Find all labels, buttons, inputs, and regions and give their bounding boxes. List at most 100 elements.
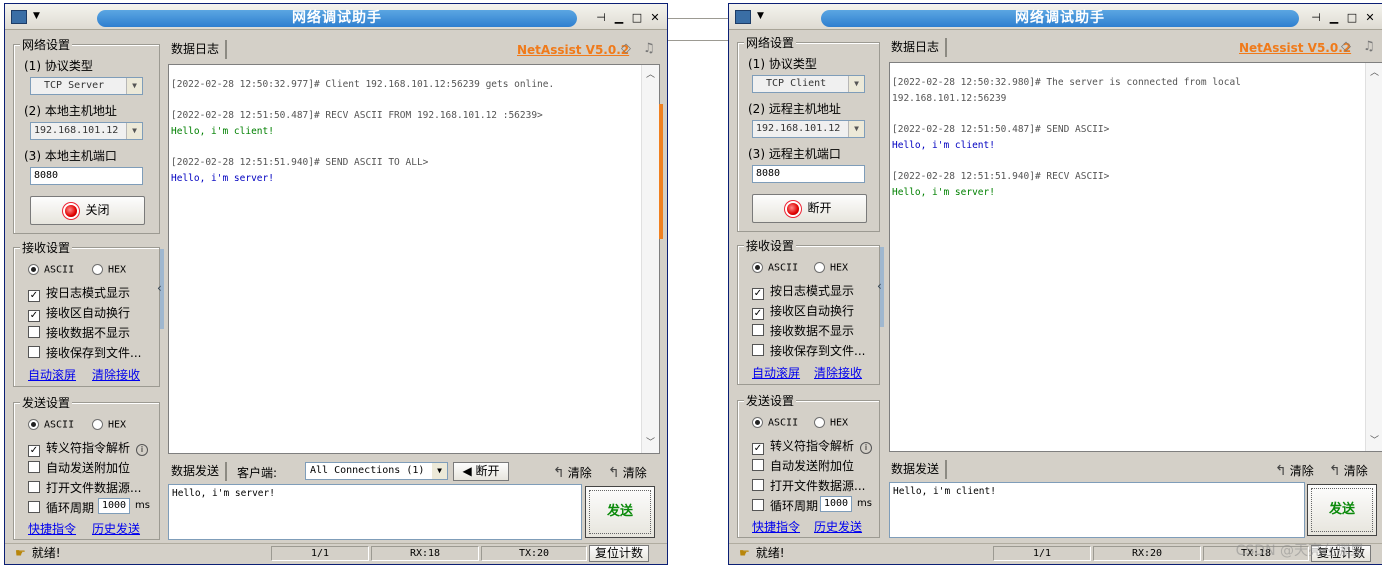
bell-icon[interactable]: ♫ bbox=[1363, 39, 1375, 54]
chevron-down-icon[interactable]: ▼ bbox=[126, 123, 142, 139]
tab-data-log[interactable]: 数据日志 bbox=[889, 38, 948, 57]
recv-ascii-radio[interactable]: ASCII bbox=[28, 264, 74, 276]
pin-icon[interactable]: ⊣ bbox=[1308, 10, 1324, 26]
minimize-icon[interactable]: ▁ bbox=[611, 10, 627, 26]
system-menu[interactable]: ▼ bbox=[735, 8, 797, 25]
title-bar[interactable]: ▼ 网络调试助手 ⊣ ▁ □ ✕ bbox=[729, 4, 1382, 30]
recv-hex-radio[interactable]: HEX bbox=[814, 262, 848, 274]
auto-append-checkbox[interactable]: 自动发送附加位 bbox=[28, 459, 130, 476]
disconnect-button[interactable]: ◀ 断开 bbox=[453, 462, 509, 481]
host-select[interactable]: 192.168.101.12 ▼ bbox=[30, 122, 143, 140]
hide-recv-checkbox[interactable]: 接收数据不显示 bbox=[28, 324, 130, 341]
send-button[interactable]: 发送 bbox=[585, 486, 655, 538]
scroll-down-icon[interactable]: ﹀ bbox=[642, 435, 659, 451]
send-hex-radio[interactable]: HEX bbox=[814, 417, 848, 429]
close-icon[interactable]: ✕ bbox=[647, 10, 663, 26]
send-input[interactable]: Hello, i'm client! bbox=[889, 482, 1305, 538]
check-icon: ✓ bbox=[752, 443, 764, 455]
loop-period-checkbox[interactable]: 循环周期 bbox=[752, 497, 818, 514]
log-panel[interactable]: [2022-02-28 12:50:32.977]# Client 192.16… bbox=[168, 64, 660, 454]
scroll-up-icon[interactable]: ︿ bbox=[1366, 65, 1382, 81]
clear-recv-button[interactable]: ↰ 清除 bbox=[1329, 462, 1368, 479]
title-bar[interactable]: ▼ 网络调试助手 ⊣ ▁ □ ✕ bbox=[5, 4, 667, 30]
escape-parse-checkbox[interactable]: ✓ 转义符指令解析 i bbox=[28, 439, 149, 457]
history-link[interactable]: 历史发送 bbox=[92, 520, 140, 537]
send-input[interactable]: Hello, i'm server! bbox=[168, 484, 582, 540]
hide-recv-checkbox[interactable]: 接收数据不显示 bbox=[752, 322, 854, 339]
send-ascii-radio[interactable]: ASCII bbox=[28, 419, 74, 431]
send-button[interactable]: 发送 bbox=[1307, 484, 1377, 536]
log-entry-header: [2022-02-28 12:51:50.487]# SEND ASCII> bbox=[892, 124, 1110, 135]
tab-data-send[interactable]: 数据发送 bbox=[889, 460, 948, 479]
clear-send-button[interactable]: ↰ 清除 bbox=[1275, 462, 1314, 479]
save-file-checkbox[interactable]: 接收保存到文件... bbox=[752, 342, 865, 359]
chevron-down-icon[interactable]: ▼ bbox=[126, 78, 142, 94]
brand-link[interactable]: NetAssist V5.0.2 bbox=[517, 43, 629, 57]
port-input[interactable]: 8080 bbox=[30, 167, 143, 185]
log-mode-checkbox[interactable]: ✓ 按日志模式显示 bbox=[752, 282, 854, 300]
save-file-checkbox[interactable]: 接收保存到文件... bbox=[28, 344, 141, 361]
chevron-down-icon[interactable]: ▼ bbox=[432, 463, 447, 479]
pin-icon[interactable]: ⊣ bbox=[593, 10, 609, 26]
clear-recv-link[interactable]: 清除接收 bbox=[92, 366, 140, 383]
unchecked-box-icon bbox=[752, 324, 764, 336]
shortcuts-link[interactable]: 快捷指令 bbox=[28, 520, 76, 537]
bell-icon[interactable]: ♫ bbox=[643, 41, 655, 56]
unchecked-box-icon bbox=[752, 479, 764, 491]
auto-scroll-link[interactable]: 自动滚屏 bbox=[752, 364, 800, 381]
auto-wrap-checkbox[interactable]: ✓ 接收区自动换行 bbox=[28, 304, 130, 322]
loop-period-checkbox[interactable]: 循环周期 bbox=[28, 499, 94, 516]
system-menu[interactable]: ▼ bbox=[11, 8, 73, 25]
client-select[interactable]: All Connections (1) ▼ bbox=[305, 462, 448, 480]
log-scrollbar[interactable]: ︿ ﹀ bbox=[1365, 63, 1382, 451]
log-scrollbar[interactable]: ︿ ﹀ bbox=[641, 65, 659, 453]
open-file-checkbox[interactable]: 打开文件数据源... bbox=[28, 479, 141, 496]
close-connection-button[interactable]: 关闭 bbox=[30, 196, 145, 225]
disconnect-connection-button[interactable]: 断开 bbox=[752, 194, 867, 223]
recv-ascii-radio[interactable]: ASCII bbox=[752, 262, 798, 274]
history-link[interactable]: 历史发送 bbox=[814, 518, 862, 535]
open-file-checkbox[interactable]: 打开文件数据源... bbox=[752, 477, 865, 494]
clear-recv-button[interactable]: ↰ 清除 bbox=[608, 464, 647, 481]
maximize-icon[interactable]: □ bbox=[629, 10, 645, 26]
clear-send-button[interactable]: ↰ 清除 bbox=[553, 464, 592, 481]
tab-data-send[interactable]: 数据发送 bbox=[169, 462, 228, 481]
tab-data-log[interactable]: 数据日志 bbox=[169, 40, 228, 59]
netassist-window-client: ▼ 网络调试助手 ⊣ ▁ □ ✕ 网络设置 (1) 协议类型 TCP Clien… bbox=[728, 3, 1382, 565]
auto-append-checkbox[interactable]: 自动发送附加位 bbox=[752, 457, 854, 474]
gem-icon[interactable]: ◇ bbox=[621, 41, 631, 56]
port-input[interactable]: 8080 bbox=[752, 165, 865, 183]
period-input[interactable]: 1000 bbox=[98, 498, 130, 514]
info-icon[interactable]: i bbox=[136, 444, 149, 456]
protocol-select[interactable]: TCP Server ▼ bbox=[30, 77, 143, 95]
period-input[interactable]: 1000 bbox=[820, 496, 852, 512]
chevron-left-icon[interactable]: ‹ bbox=[157, 281, 162, 295]
protocol-select[interactable]: TCP Client ▼ bbox=[752, 75, 865, 93]
host-select[interactable]: 192.168.101.12 ▼ bbox=[752, 120, 865, 138]
log-panel[interactable]: [2022-02-28 12:50:32.980]# The server is… bbox=[889, 62, 1382, 452]
log-mode-checkbox[interactable]: ✓ 按日志模式显示 bbox=[28, 284, 130, 302]
escape-parse-checkbox[interactable]: ✓ 转义符指令解析 i bbox=[752, 437, 873, 455]
send-ascii-radio[interactable]: ASCII bbox=[752, 417, 798, 429]
close-icon[interactable]: ✕ bbox=[1362, 10, 1378, 26]
broom-icon: ↰ bbox=[1329, 463, 1341, 479]
auto-scroll-link[interactable]: 自动滚屏 bbox=[28, 366, 76, 383]
chevron-left-icon[interactable]: ‹ bbox=[877, 279, 882, 293]
info-icon[interactable]: i bbox=[860, 442, 873, 454]
send-hex-radio[interactable]: HEX bbox=[92, 419, 126, 431]
chevron-down-icon[interactable]: ▼ bbox=[848, 76, 864, 92]
clear-recv-link[interactable]: 清除接收 bbox=[814, 364, 862, 381]
scroll-up-icon[interactable]: ︿ bbox=[642, 67, 659, 83]
gem-icon[interactable]: ◇ bbox=[1341, 39, 1351, 54]
auto-wrap-checkbox[interactable]: ✓ 接收区自动换行 bbox=[752, 302, 854, 320]
checkbox-label: 按日志模式显示 bbox=[770, 284, 855, 298]
maximize-icon[interactable]: □ bbox=[1344, 10, 1360, 26]
chevron-down-icon[interactable]: ▼ bbox=[848, 121, 864, 137]
brand-link[interactable]: NetAssist V5.0.2 bbox=[1239, 41, 1351, 55]
log-gap bbox=[171, 187, 639, 202]
reset-count-button[interactable]: 复位计数 bbox=[589, 545, 649, 562]
recv-hex-radio[interactable]: HEX bbox=[92, 264, 126, 276]
scroll-down-icon[interactable]: ﹀ bbox=[1366, 433, 1382, 449]
minimize-icon[interactable]: ▁ bbox=[1326, 10, 1342, 26]
shortcuts-link[interactable]: 快捷指令 bbox=[752, 518, 800, 535]
